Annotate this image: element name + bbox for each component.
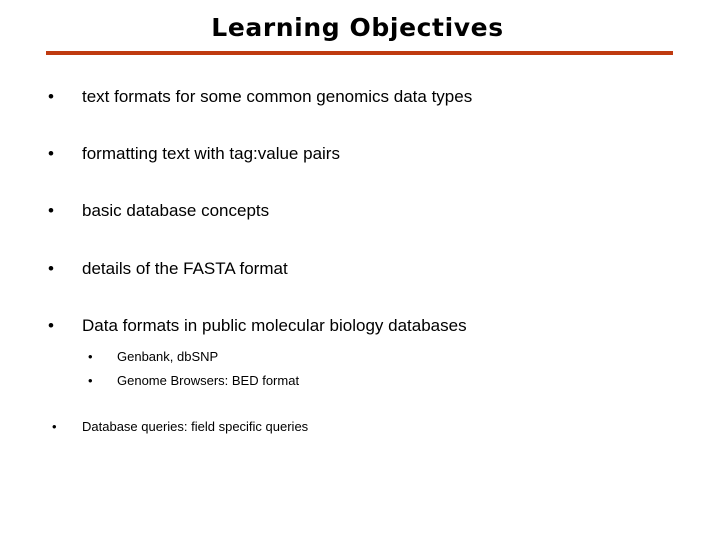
list-item-label: text formats for some common genomics da… [82, 87, 473, 106]
list-item-label: details of the FASTA format [82, 259, 288, 278]
list-item-label: basic database concepts [82, 201, 270, 220]
bullet-icon: • [48, 201, 54, 220]
sub-list-item-label: Genome Browsers: BED format [117, 373, 300, 388]
sub-list-item-label: Genbank, dbSNP [117, 349, 219, 364]
list-item-label: Database queries: field specific queries [82, 419, 309, 434]
bullet-icon: • [88, 349, 93, 364]
bullet-icon: • [48, 87, 54, 106]
bullet-icon: • [52, 419, 57, 434]
title-divider-rule [46, 51, 673, 55]
bullet-icon: • [48, 316, 54, 335]
list-item: • Database queries: field specific queri… [48, 416, 688, 437]
bullet-icon: • [48, 144, 54, 163]
slide: Learning Objectives • text formats for s… [0, 0, 720, 540]
sub-list-item: • Genbank, dbSNP [88, 346, 688, 367]
bullet-icon: • [48, 259, 54, 278]
list-item: • text formats for some common genomics … [48, 86, 688, 108]
list-item-label: Data formats in public molecular biology… [82, 316, 467, 335]
list-item-label: formatting text with tag:value pairs [82, 144, 340, 163]
list-item: • basic database concepts [48, 200, 688, 222]
bullet-icon: • [88, 373, 93, 388]
sub-list-item: • Genome Browsers: BED format [88, 370, 688, 391]
list-item: • formatting text with tag:value pairs [48, 143, 688, 165]
page-title: Learning Objectives [211, 13, 504, 42]
list-item: • Data formats in public molecular biolo… [48, 315, 688, 337]
list-item: • details of the FASTA format [48, 258, 688, 280]
